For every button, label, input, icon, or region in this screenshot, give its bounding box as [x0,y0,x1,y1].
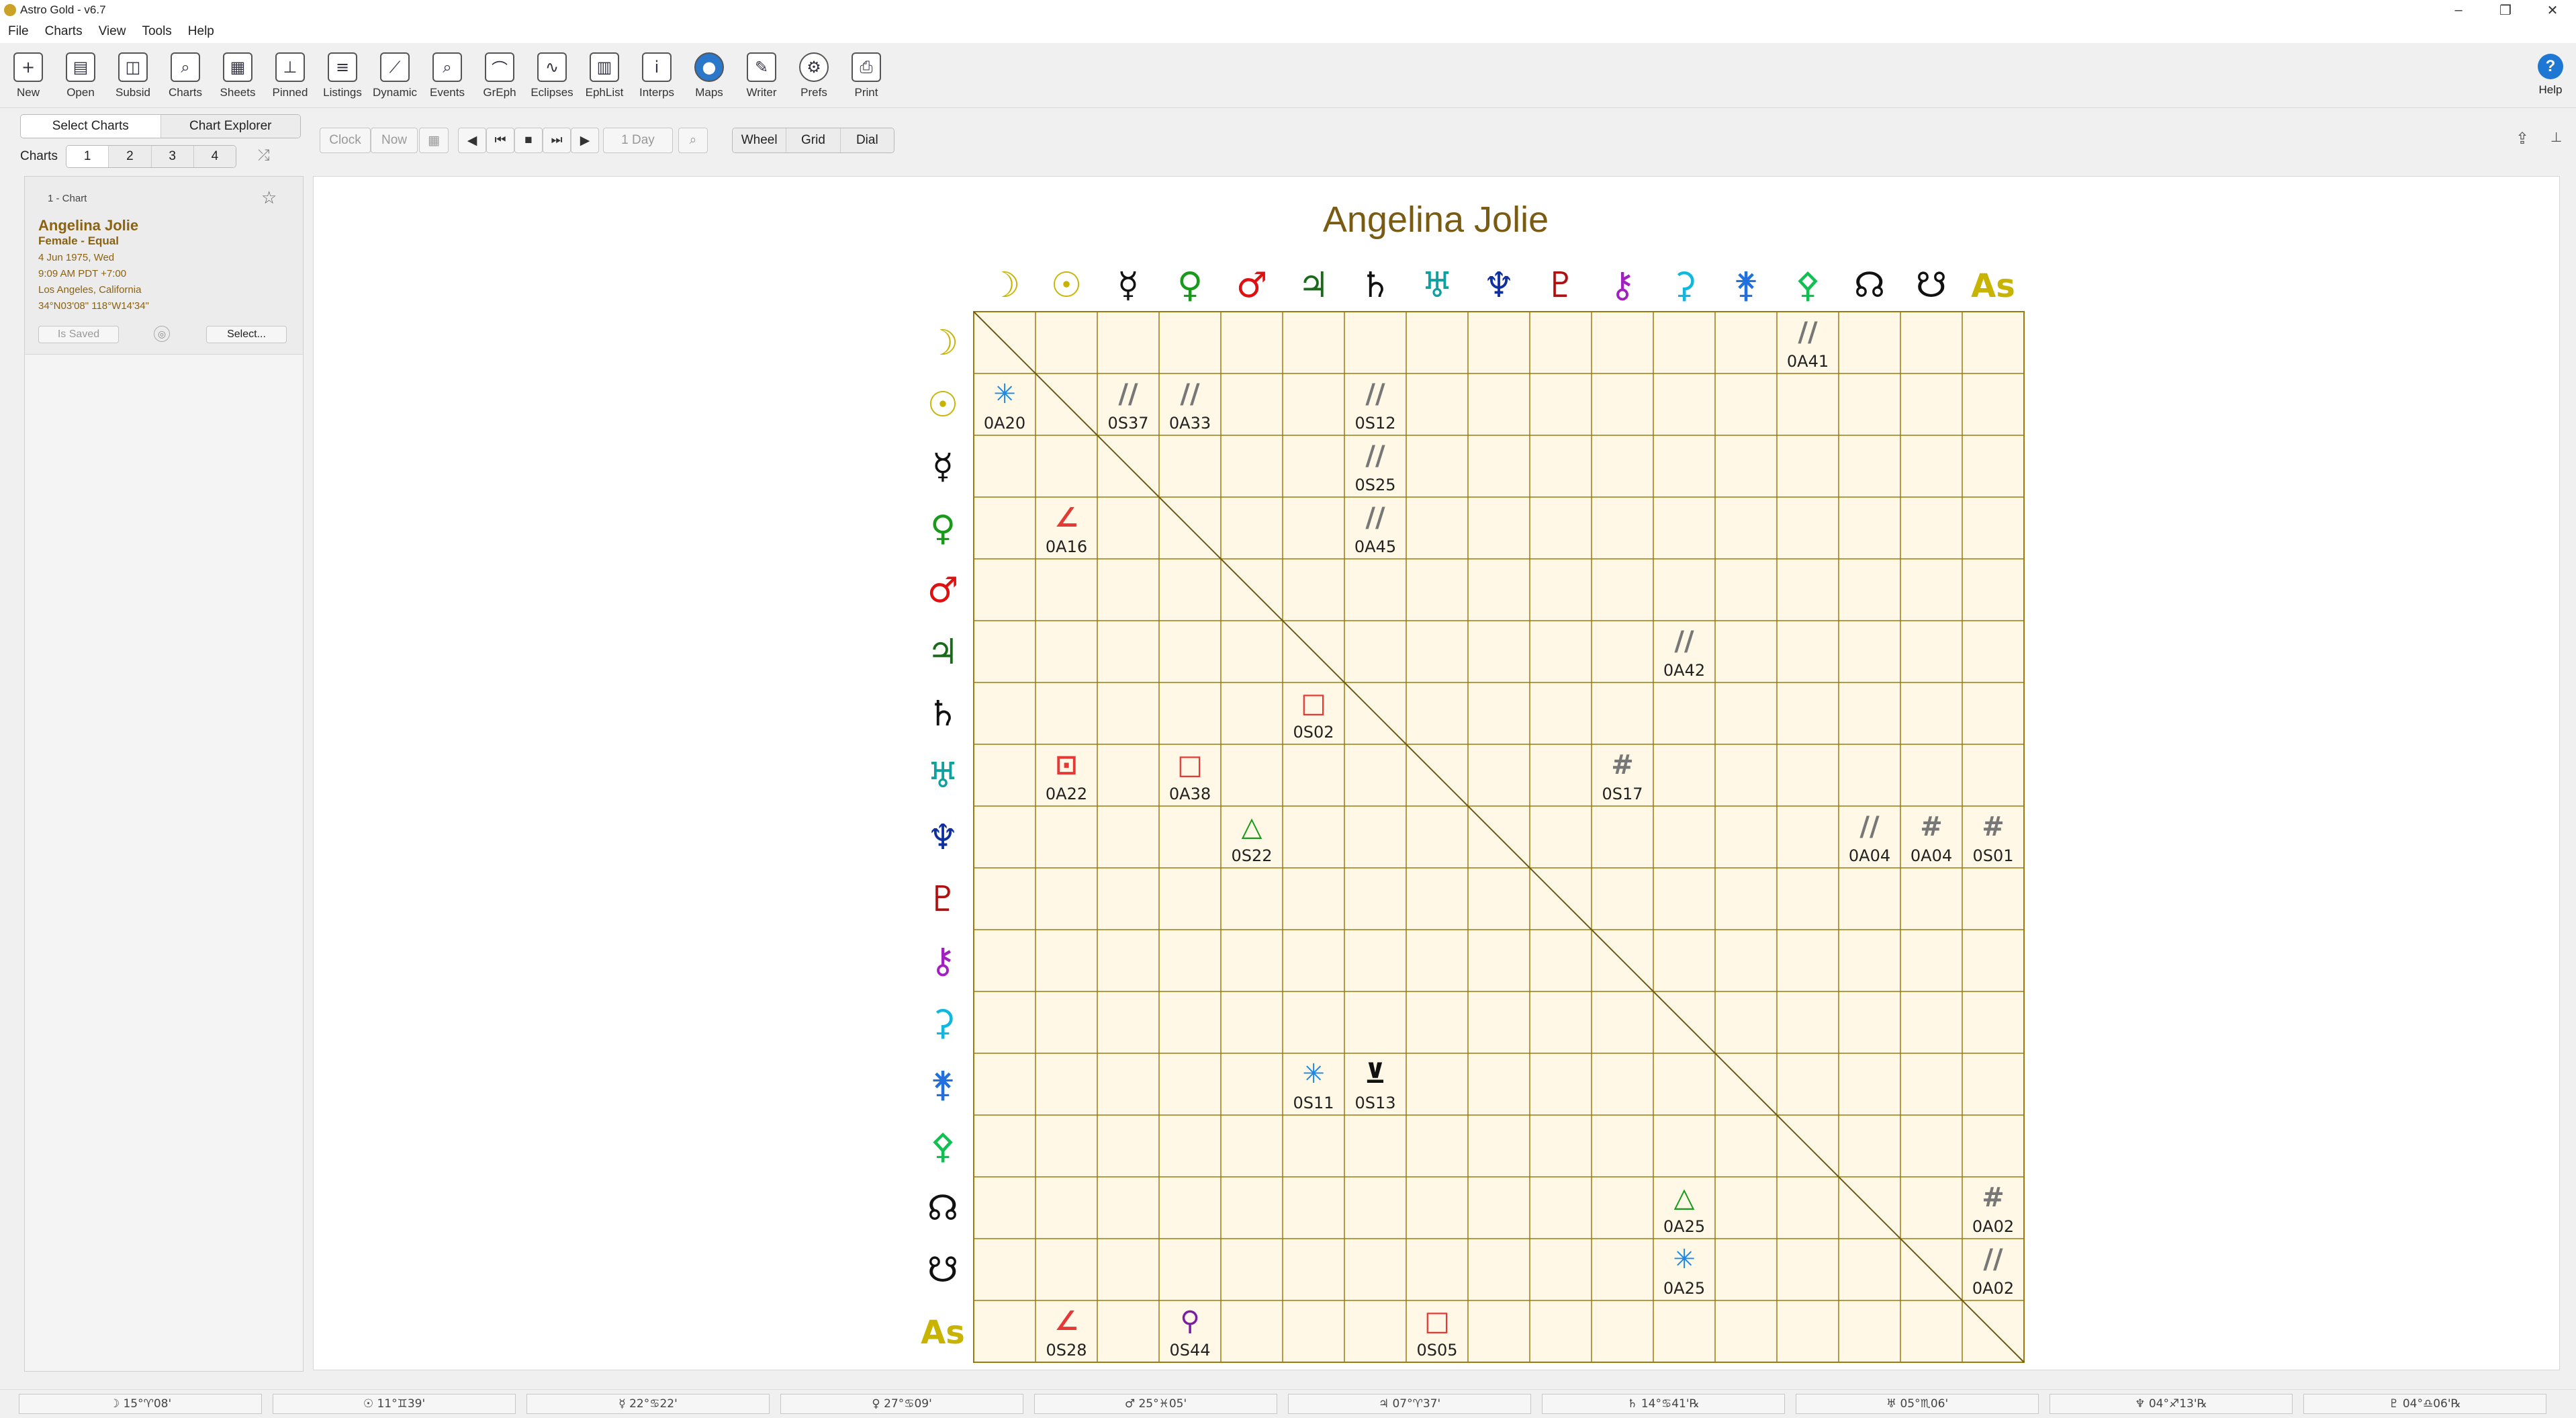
aspect-symbol[interactable]: △ [1674,1182,1695,1213]
aspect-orb: 0A16 [1046,537,1087,556]
row-planet-glyph: ♂ [927,570,959,611]
aspect-orb: 0S01 [1972,846,2013,865]
aspect-symbol[interactable]: // [1180,379,1200,410]
row-planet-glyph: ☊ [927,1188,958,1229]
row-planet-glyph: ♆ [927,817,959,858]
aspect-symbol[interactable]: ∠ [1054,1306,1078,1337]
aspect-orb: 0A33 [1169,414,1211,433]
column-planet-glyph: ♃ [1298,265,1330,306]
column-planet-glyph: ⚵ [1733,265,1759,306]
row-planet-glyph: ☽ [927,323,959,363]
column-planet-glyph: ⚷ [1610,265,1635,306]
aspect-orb: 0S12 [1354,414,1395,433]
aspect-orb: 0A22 [1046,785,1087,803]
status-position-3: ♀ 27°♋09' [780,1394,1023,1414]
row-planet-glyph: ♅ [927,756,959,796]
status-position-7: ♅ 05°♏06' [1796,1394,2039,1414]
aspect-orb: 0S28 [1046,1341,1087,1360]
aspect-symbol[interactable]: // [1365,441,1385,472]
row-planet-glyph: ⚵ [930,1065,956,1105]
row-planet-glyph: ♃ [927,632,959,672]
aspect-symbol[interactable]: // [1365,379,1385,410]
status-position-2: ☿ 22°♋22' [526,1394,770,1414]
row-planet-glyph: ⚳ [930,1003,956,1043]
aspect-orb: 0S25 [1354,476,1395,494]
aspect-symbol[interactable]: ✳ [1673,1244,1696,1275]
column-planet-glyph: ☽ [989,265,1021,306]
aspect-orb: 0S11 [1293,1094,1334,1112]
aspect-symbol[interactable]: ⊡ [1055,750,1078,781]
aspect-symbol[interactable]: // [1859,811,1880,842]
aspect-symbol[interactable]: ∠ [1054,502,1078,533]
aspect-orb: 0A02 [1972,1279,2014,1298]
aspect-orb: 0S02 [1293,723,1334,742]
row-planet-glyph: ⚴ [930,1126,956,1167]
status-position-9: ♇ 04°♎06'℞ [2303,1394,2546,1414]
aspect-symbol[interactable]: ✳ [1302,1059,1325,1090]
status-position-0: ☽ 15°♈08' [19,1394,262,1414]
aspect-orb: 0A20 [984,414,1025,433]
status-position-4: ♂ 25°♓05' [1034,1394,1277,1414]
aspect-symbol[interactable]: △ [1242,811,1262,842]
aspect-symbol[interactable]: ✳ [993,379,1016,410]
aspect-grid: ☽ ☽ ☉ ☉ ☿ ☿ ♀ ♀ ♂ ♂ ♃ ♃ ♄ ♄ ♅ ♅ ♆ ♆ ♇ ♇ ⚷ ⚷ ⚳ ⚳ ⚵ ⚵ ⚴ ⚴ ☊ ☊ ☋ ☋ As As // 0A… [921,265,2025,1363]
status-bar: ☽ 15°♈08' ☉ 11°♊39' ☿ 22°♋22' ♀ 27°♋09' ♂ 25… [0,1389,2576,1418]
aspect-orb: 0A25 [1663,1217,1705,1236]
column-planet-glyph: ☿ [1117,265,1139,306]
aspect-orb: 0A41 [1787,352,1829,371]
row-planet-glyph: ☋ [927,1250,958,1290]
aspect-symbol[interactable]: // [1118,379,1138,410]
column-planet-glyph: ♀ [1177,265,1203,306]
aspect-symbol[interactable]: // [1983,1244,2003,1275]
aspect-orb: 0A25 [1663,1279,1705,1298]
aspect-orb: 0S05 [1416,1341,1457,1360]
row-planet-glyph: ☉ [927,385,959,425]
aspect-symbol[interactable]: ⚲ [1180,1306,1199,1337]
aspect-orb: 0A45 [1354,537,1396,556]
status-position-1: ☉ 11°♊39' [273,1394,516,1414]
aspect-orb: 0S17 [1602,785,1643,803]
column-planet-glyph: ♇ [1545,265,1577,306]
aspect-symbol[interactable]: # [1982,1182,2005,1213]
aspect-symbol[interactable]: ⊻ [1365,1059,1386,1090]
row-planet-glyph: ♇ [927,879,959,920]
column-planet-glyph: ♆ [1483,265,1515,306]
row-planet-glyph: ♀ [930,508,956,549]
status-position-8: ♆ 04°♐13'℞ [2050,1394,2293,1414]
row-planet-glyph: ☿ [932,447,954,487]
row-planet-glyph: ♄ [927,694,959,734]
column-planet-glyph: ☋ [1916,265,1947,306]
status-position-5: ♃ 07°♈37' [1288,1394,1531,1414]
aspect-symbol[interactable]: # [1920,811,1943,842]
aspect-symbol[interactable]: // [1365,502,1385,533]
aspect-orb: 0S44 [1169,1341,1210,1360]
aspect-symbol[interactable]: // [1674,626,1694,657]
column-planet-glyph: ♂ [1236,265,1268,306]
aspect-symbol[interactable]: □ [1424,1306,1450,1337]
aspect-orb: 0A02 [1972,1217,2014,1236]
aspect-symbol[interactable]: □ [1177,750,1203,781]
aspect-orb: 0S22 [1231,846,1272,865]
aspect-orb: 0A38 [1169,785,1211,803]
aspect-orb: 0S13 [1354,1094,1395,1112]
aspect-orb: 0A04 [1849,846,1890,865]
aspect-orb: 0A42 [1663,661,1705,680]
column-planet-glyph: ⚳ [1671,265,1697,306]
column-planet-glyph: ☊ [1854,265,1885,306]
column-planet-glyph: ☉ [1051,265,1083,306]
row-planet-glyph: As [921,1314,965,1351]
aspect-symbol[interactable]: # [1982,811,2005,842]
row-planet-glyph: ⚷ [930,941,956,981]
column-planet-glyph: ⚴ [1795,265,1821,306]
aspect-orb: 0A04 [1911,846,1952,865]
status-position-6: ♄ 14°♋41'℞ [1542,1394,1785,1414]
aspect-orb: 0S37 [1107,414,1148,433]
aspect-symbol[interactable]: // [1798,317,1818,348]
column-planet-glyph: ♄ [1360,265,1391,306]
aspect-symbol[interactable]: □ [1301,688,1326,719]
column-planet-glyph: As [1971,267,2015,305]
aspect-symbol[interactable]: # [1611,750,1634,781]
column-planet-glyph: ♅ [1422,265,1453,306]
